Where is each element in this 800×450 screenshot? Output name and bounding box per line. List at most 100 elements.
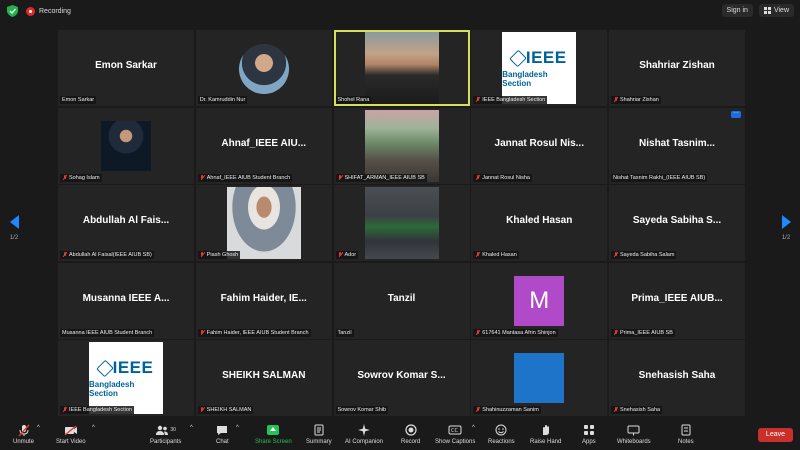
- captions-options-chevron-icon[interactable]: ^: [472, 425, 475, 431]
- participant-tile[interactable]: ··· Nishat Tasnim... Nishat Tasnim Rakhi…: [609, 107, 745, 184]
- participant-tile[interactable]: SHIFAT_ARMAN_IEEE AIUB SB: [333, 107, 470, 184]
- participant-tile[interactable]: SHEIKH SALMAN SHEIKH SALMAN: [195, 340, 332, 416]
- mic-muted-icon: [200, 174, 205, 181]
- record-icon: [405, 423, 417, 437]
- mic-muted-icon: [62, 252, 67, 258]
- svg-text:CC: CC: [451, 428, 458, 434]
- show-captions-button[interactable]: CC Show Captions: [435, 423, 475, 445]
- reactions-button[interactable]: Reactions: [488, 423, 515, 445]
- participant-tile[interactable]: Jannat Rosul Nis... Jannat Rosul Nisha: [471, 107, 608, 184]
- chevron-right-icon: [781, 215, 791, 229]
- shield-icon[interactable]: [7, 5, 18, 17]
- video-feed: [364, 32, 439, 104]
- participant-tile[interactable]: IEEE Bangladesh Section IEEE Bangladesh …: [58, 340, 194, 416]
- page-next-button[interactable]: 1/2: [776, 215, 796, 241]
- participants-options-chevron-icon[interactable]: ^: [190, 425, 193, 431]
- leave-button[interactable]: Leave: [757, 428, 793, 442]
- participant-tile[interactable]: Sayeda Sabiha S... Sayeda Sabiha Salam: [609, 185, 745, 261]
- participant-label: IEEE Bangladesh Section: [473, 96, 548, 104]
- mic-muted-icon: [62, 174, 67, 181]
- mic-muted-icon: [613, 252, 618, 258]
- participants-button[interactable]: 30 Participants: [150, 423, 181, 445]
- mic-muted-icon: [338, 252, 343, 258]
- mic-muted-icon: [475, 97, 480, 103]
- hand-icon: [540, 423, 551, 437]
- participant-name: Ahnaf_IEEE AIU...: [221, 137, 307, 149]
- participant-label: Piash Ghosh: [197, 251, 241, 259]
- unmute-button[interactable]: Unmute: [13, 423, 34, 445]
- participant-name: Tanzil: [387, 292, 416, 304]
- participant-label: Jannat Rosul Nisha: [473, 173, 532, 182]
- participant-tile[interactable]: Piash Ghosh: [195, 185, 332, 261]
- participant-tile[interactable]: IEEE Bangladesh Section IEEE Bangladesh …: [471, 30, 608, 106]
- whiteboards-button[interactable]: Whiteboards: [617, 423, 651, 445]
- page-prev-button[interactable]: 1/2: [4, 215, 24, 241]
- participant-tile[interactable]: Abdullah Al Fais... Abdullah Al Faisal(I…: [58, 185, 194, 261]
- participant-name: Sowrov Komar S...: [357, 370, 446, 381]
- participant-tile[interactable]: Emon Sarkar Emon Sarkar: [58, 30, 194, 106]
- video-options-chevron-icon[interactable]: ^: [92, 425, 95, 431]
- participant-name: Fahim Haider, IE...: [220, 292, 307, 304]
- mic-muted-icon: [613, 407, 618, 413]
- participant-tile[interactable]: Sowrov Komar S... Sowrov Komar Shib: [333, 340, 470, 416]
- participant-tile[interactable]: Snehasish Saha Snehasish Saha: [609, 340, 745, 416]
- summary-button[interactable]: Summary: [306, 423, 332, 445]
- participant-tile[interactable]: Khaled Hasan Khaled Hasan: [471, 185, 608, 261]
- mic-muted-icon: [17, 423, 30, 437]
- participant-label: Prima_IEEE AIUB SB: [611, 328, 675, 337]
- raise-hand-button[interactable]: Raise Hand: [530, 423, 561, 445]
- whiteboard-icon: [627, 423, 640, 437]
- summary-icon: [314, 423, 324, 437]
- participant-name: Abdullah Al Fais...: [82, 215, 170, 226]
- ai-sparkle-icon: [358, 423, 371, 437]
- apps-button[interactable]: Apps: [582, 423, 596, 445]
- ieee-diamond-icon: [95, 359, 114, 377]
- participant-label: Shahriar Zishan: [611, 96, 661, 104]
- participant-label: Snehasish Saha: [611, 406, 663, 414]
- notes-icon: [681, 423, 691, 437]
- participant-tile[interactable]: Shahriar Zishan Shahriar Zishan: [609, 30, 745, 106]
- chat-options-chevron-icon[interactable]: ^: [236, 425, 239, 431]
- participant-label: SHEIKH SALMAN: [197, 406, 254, 414]
- record-button[interactable]: Record: [401, 423, 420, 445]
- participant-label: Abdullah Al Faisal(IEEE AIUB SB): [60, 251, 154, 259]
- participants-icon: 30: [155, 423, 176, 437]
- participant-tile[interactable]: Prima_IEEE AIUB... Prima_IEEE AIUB SB: [609, 262, 745, 339]
- view-label: View: [773, 7, 789, 14]
- participant-tile[interactable]: Dr. Kamruddin Nur: [195, 30, 332, 106]
- view-button[interactable]: View: [758, 4, 794, 17]
- start-video-button[interactable]: Start Video: [56, 423, 86, 445]
- participant-tile[interactable]: M 617641 Mantasa Afrin Shinjon: [471, 262, 608, 339]
- participant-tile[interactable]: Ahnaf_IEEE AIU... Ahnaf_IEEE AIUB Studen…: [195, 107, 332, 184]
- profile-photo: [514, 353, 565, 403]
- participant-label: Sayeda Sabiha Salam: [611, 251, 677, 259]
- participant-count: 30: [170, 427, 176, 433]
- mic-muted-icon: [613, 97, 618, 103]
- participant-tile[interactable]: Tanzil Tanzil: [333, 262, 470, 339]
- sign-in-button[interactable]: Sign in: [721, 4, 753, 17]
- participant-tile[interactable]: Fahim Haider, IE... Fahim Haider, IEEE A…: [195, 262, 332, 339]
- participant-label: Shohel Rana: [335, 96, 372, 104]
- chat-button[interactable]: Chat: [216, 423, 229, 445]
- participant-tile[interactable]: Musanna IEEE A... Musanna IEEE AIUB Stud…: [58, 262, 194, 339]
- ieee-diamond-icon: [509, 49, 527, 67]
- participant-name: Jannat Rosul Nis...: [494, 137, 584, 149]
- unmute-options-chevron-icon[interactable]: ^: [37, 425, 40, 431]
- more-options-icon[interactable]: ···: [731, 110, 741, 118]
- profile-photo: [364, 109, 439, 182]
- participant-label: SHIFAT_ARMAN_IEEE AIUB SB: [335, 173, 427, 182]
- notes-button[interactable]: Notes: [678, 423, 694, 445]
- mic-muted-icon: [200, 329, 205, 336]
- participant-label: IEEE Bangladesh Section: [60, 406, 134, 414]
- participant-label: 617641 Mantasa Afrin Shinjon: [473, 328, 558, 337]
- share-screen-button[interactable]: Share Screen: [255, 423, 292, 445]
- mic-muted-icon: [475, 252, 480, 258]
- participant-tile[interactable]: Ador: [333, 185, 470, 261]
- participant-tile-active-speaker[interactable]: Shohel Rana: [333, 30, 470, 106]
- participant-label: Musanna IEEE AIUB Student Branch: [60, 328, 155, 337]
- participant-tile[interactable]: Shahinuzzaman Sanim: [471, 340, 608, 416]
- participant-tile[interactable]: Sohag Islam: [58, 107, 194, 184]
- participant-name: Nishat Tasnim...: [639, 137, 715, 149]
- participant-label: Tanzil: [335, 328, 354, 337]
- ai-companion-button[interactable]: AI Companion: [345, 423, 383, 445]
